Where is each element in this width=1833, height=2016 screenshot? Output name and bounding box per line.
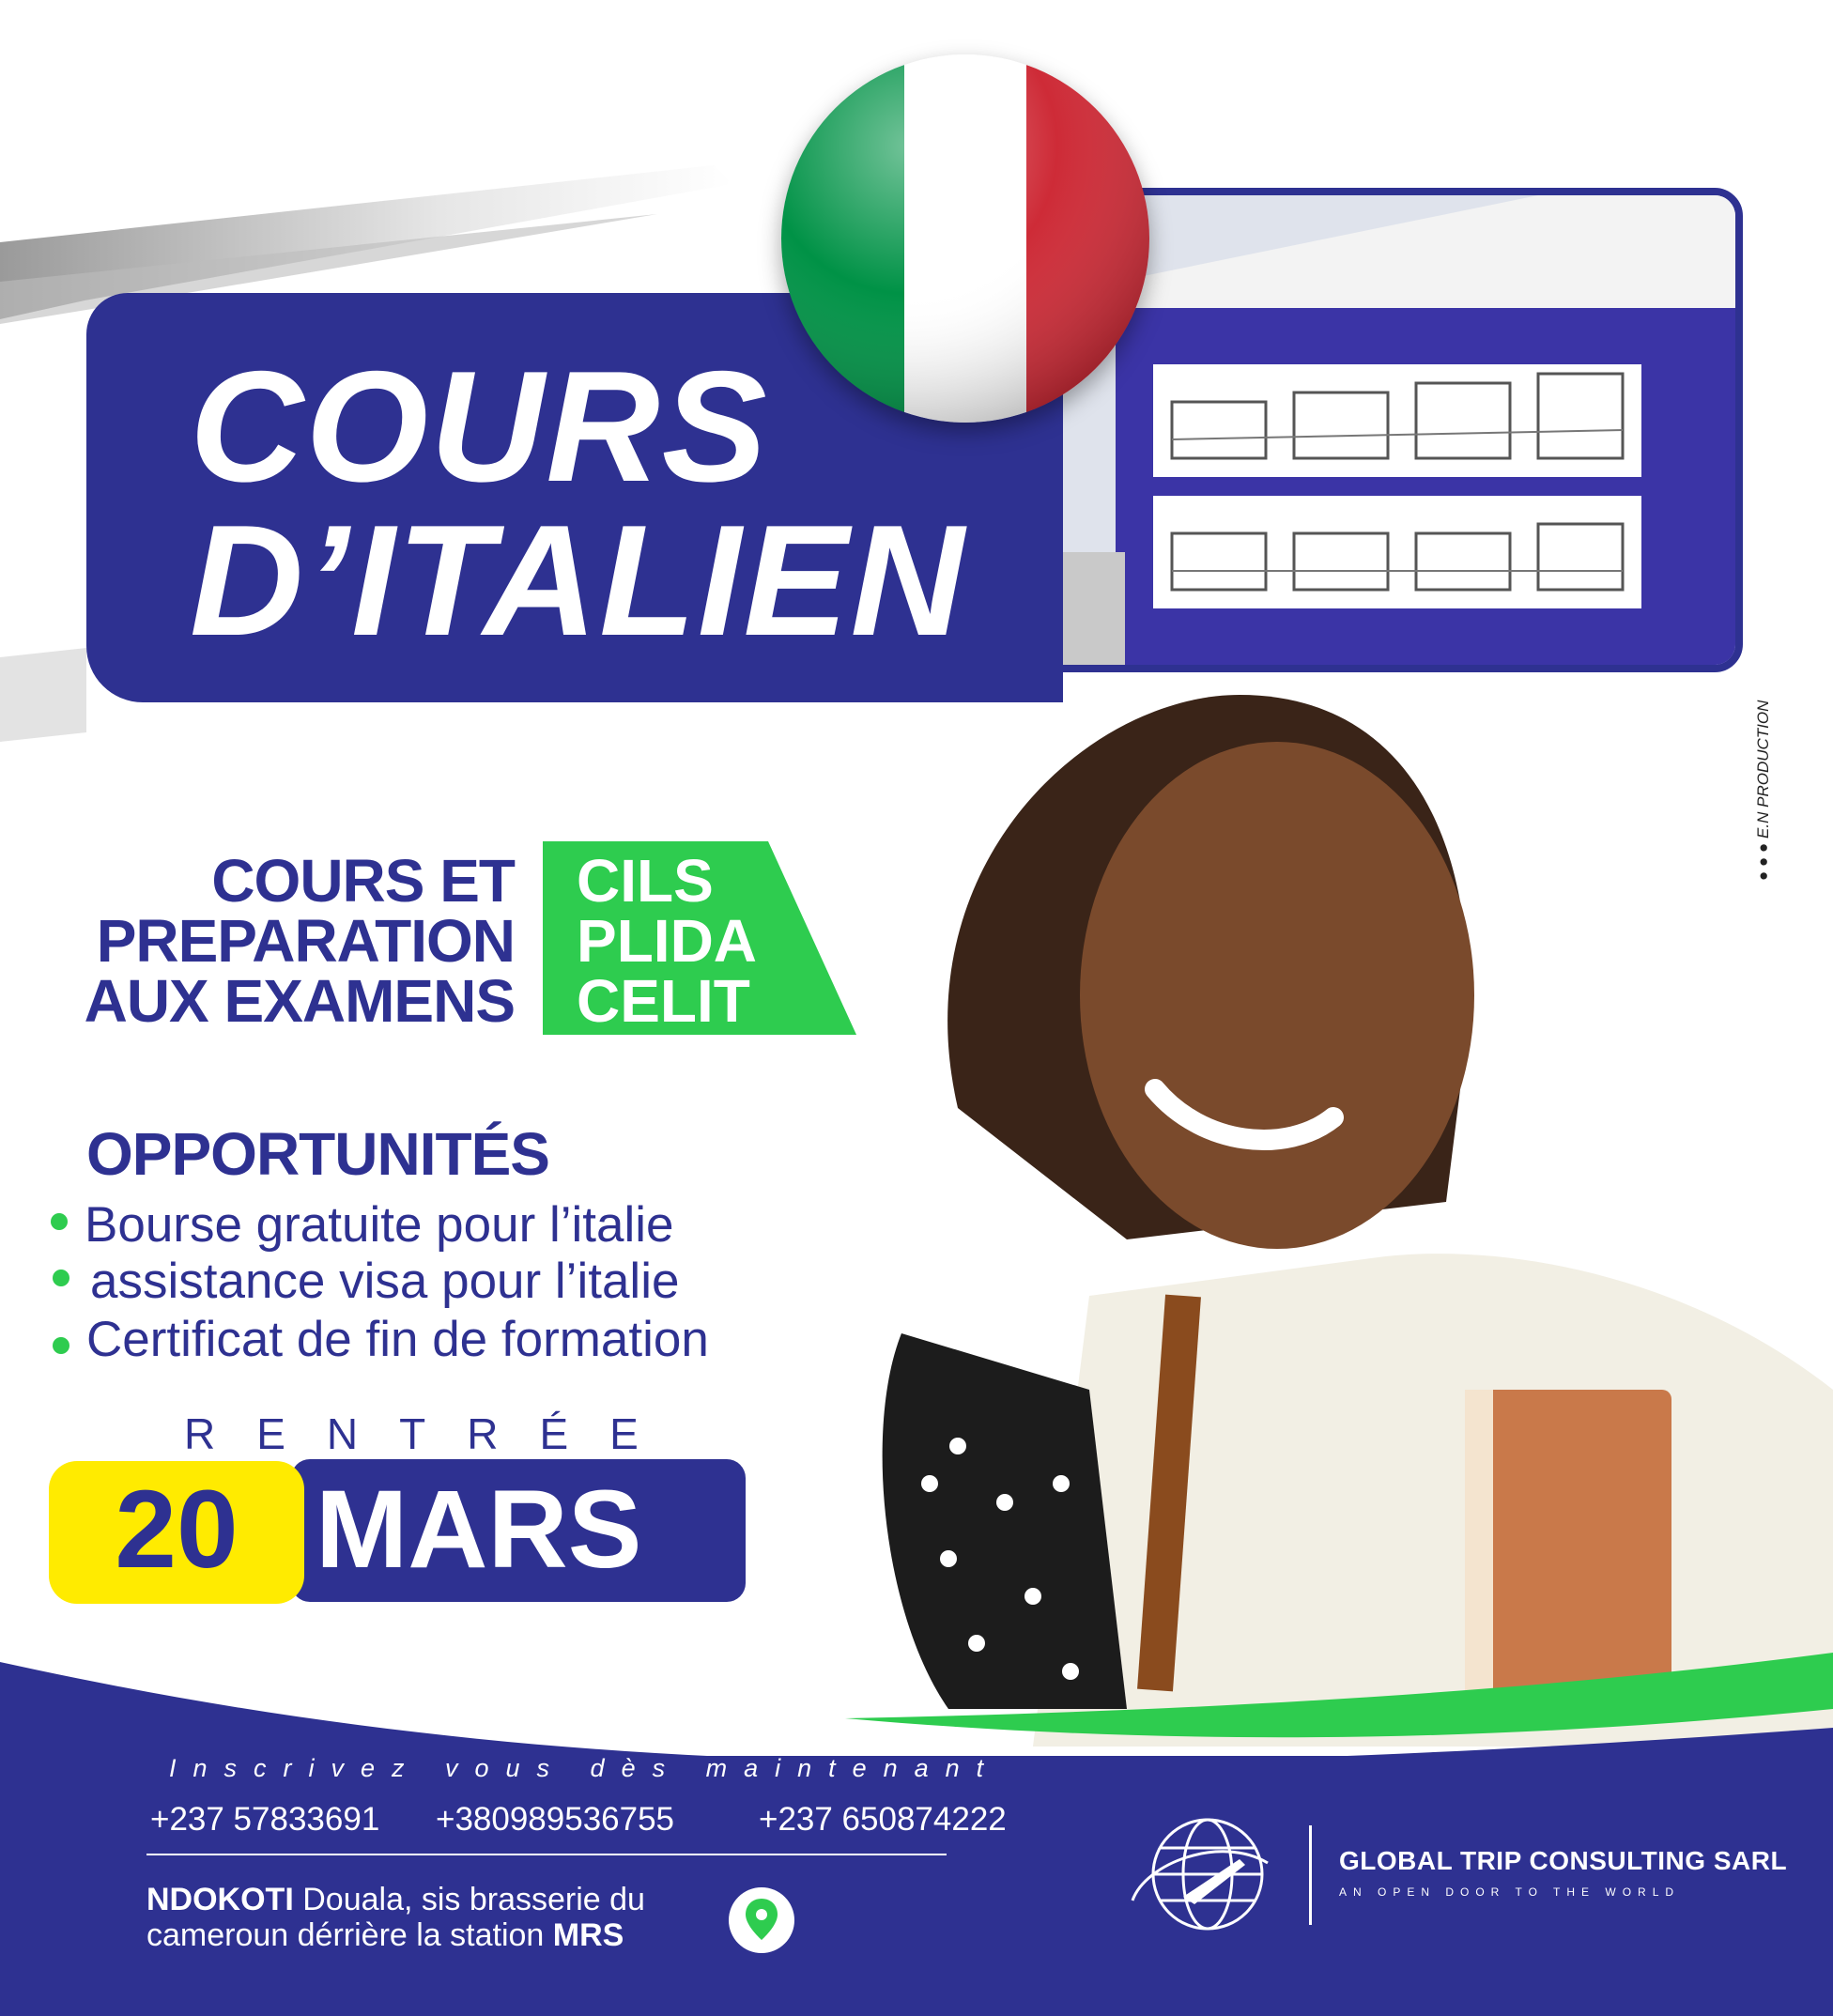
footer-divider [146, 1854, 947, 1855]
bullet-dot [51, 1213, 68, 1230]
company-tagline: AN OPEN DOOR TO THE WORLD [1339, 1885, 1681, 1899]
facebook-icon: ● [1754, 870, 1772, 881]
exam-code-celit: CELIT [577, 967, 750, 1035]
youtube-icon: ● [1754, 856, 1772, 867]
phone-number[interactable]: +380989536755 [436, 1801, 674, 1839]
address-district: NDOKOTI [146, 1882, 294, 1917]
company-name: GLOBAL TRIP CONSULTING SARL [1339, 1846, 1788, 1875]
title-line-1: COURS [190, 338, 769, 515]
exam-code-cils: CILS [577, 847, 714, 915]
poster: COURS D’ITALIEN COURS ET PREPARATION AUX… [0, 0, 1833, 2016]
opportunity-item: assistance visa pour l’italie [90, 1254, 680, 1309]
production-credit: ● ● ● E.N PRODUCTION [1754, 700, 1773, 881]
rentree-label: RENTRÉE [184, 1409, 680, 1458]
phone-number[interactable]: +237 57833691 [150, 1801, 379, 1839]
exam-code-plida: PLIDA [577, 907, 757, 975]
bullet-dot [53, 1337, 69, 1354]
address-station: MRS [552, 1917, 624, 1953]
opportunity-item: Certificat de fin de formation [86, 1312, 709, 1367]
credit-text: E.N PRODUCTION [1754, 700, 1772, 839]
phone-number[interactable]: +237 650874222 [759, 1801, 1007, 1839]
italy-flag-icon [781, 54, 1149, 423]
logo-separator [1309, 1825, 1312, 1925]
exam-heading-line-1: COURS ET [211, 847, 516, 915]
address-text: Douala, sis brasserie du [293, 1882, 645, 1917]
instagram-icon: ● [1754, 842, 1772, 853]
signup-call-to-action: Inscrivez vous dès maintenant [169, 1754, 1001, 1782]
student-woman-photo [882, 695, 1833, 1747]
exam-heading-line-3: AUX EXAMENS [84, 967, 516, 1035]
address-text: cameroun dérrière la station [146, 1917, 553, 1953]
rentree-month: MARS [316, 1468, 642, 1592]
globe-airplane-logo [1131, 1818, 1269, 1931]
rentree-day: 20 [115, 1468, 239, 1592]
title-line-2: D’ITALIEN [190, 492, 966, 669]
address-line-2: cameroun dérrière la station MRS [146, 1919, 624, 1951]
opportunity-item: Bourse gratuite pour l’italie [85, 1197, 674, 1253]
opportunities-title: OPPORTUNITÉS [86, 1120, 550, 1188]
exam-heading-line-2: PREPARATION [96, 907, 516, 975]
map-pin-icon[interactable] [729, 1887, 794, 1953]
bullet-dot [53, 1270, 69, 1286]
address-line-1: NDOKOTI Douala, sis brasserie du [146, 1884, 645, 1916]
